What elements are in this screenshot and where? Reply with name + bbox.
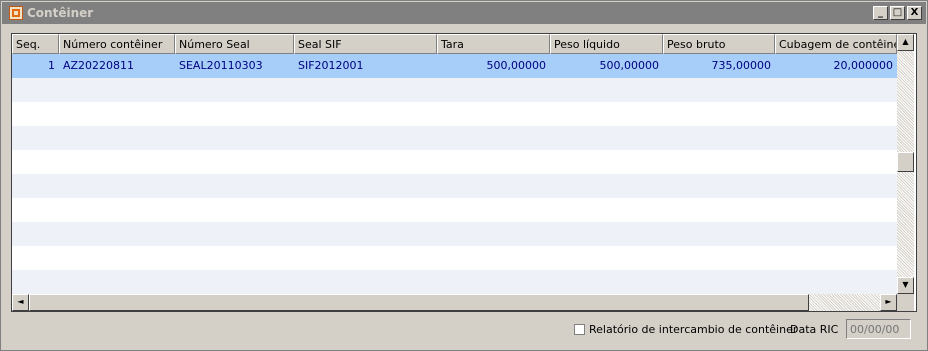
grid-rows: 1 AZ20220811 SEAL20110303 SIF2012001 500… [12, 54, 897, 294]
empty-row[interactable] [12, 222, 897, 246]
cell-seal-sif: SIF2012001 [298, 59, 364, 72]
container-window: Contêiner _ □ X Seq. Número contêiner Nú… [0, 0, 928, 351]
intercambio-checkbox[interactable] [574, 324, 585, 335]
vertical-scroll-thumb[interactable] [897, 152, 914, 172]
empty-row[interactable] [12, 78, 897, 102]
column-header-seal-sif[interactable]: Seal SIF [294, 34, 437, 54]
cell-numero-seal: SEAL20110303 [179, 59, 263, 72]
table-row[interactable]: 1 AZ20220811 SEAL20110303 SIF2012001 500… [12, 54, 897, 78]
empty-row[interactable] [12, 270, 897, 294]
column-header-seq[interactable]: Seq. [12, 34, 59, 54]
scroll-down-icon[interactable]: ▼ [897, 277, 914, 294]
column-header-tara[interactable]: Tara [437, 34, 550, 54]
cell-tara: 500,00000 [486, 59, 547, 72]
empty-row[interactable] [12, 198, 897, 222]
column-header-cubagem[interactable]: Cubagem de contêineres [775, 34, 897, 54]
title-bar: Contêiner _ □ X [2, 2, 926, 24]
empty-row[interactable] [12, 174, 897, 198]
intercambio-checkbox-label[interactable]: Relatório de intercambio de contêiner [589, 323, 797, 336]
column-header-numero-conteiner[interactable]: Número contêiner [59, 34, 175, 54]
scroll-up-icon[interactable]: ▲ [897, 34, 914, 51]
column-header-peso-bruto[interactable]: Peso bruto [663, 34, 775, 54]
app-icon [9, 6, 23, 20]
cell-peso-liquido: 500,00000 [599, 59, 660, 72]
cell-cubagem: 20,000000 [833, 59, 894, 72]
horizontal-scrollbar[interactable]: ◄ ► [12, 294, 897, 311]
footer: Relatório de intercambio de contêiner Da… [1, 319, 927, 343]
grid-header: Seq. Número contêiner Número Seal Seal S… [12, 34, 897, 54]
empty-row[interactable] [12, 150, 897, 174]
container-grid[interactable]: Seq. Número contêiner Número Seal Seal S… [11, 33, 917, 312]
column-header-peso-liquido[interactable]: Peso líquido [550, 34, 663, 54]
maximize-button[interactable]: □ [890, 6, 905, 20]
cell-peso-bruto: 735,00000 [711, 59, 772, 72]
close-button[interactable]: X [907, 6, 922, 20]
scroll-right-icon[interactable]: ► [880, 294, 897, 311]
horizontal-scroll-thumb[interactable] [29, 294, 809, 311]
data-ric-field[interactable] [846, 319, 911, 339]
cell-seq: 1 [48, 59, 55, 72]
window-title: Contêiner [27, 6, 94, 20]
cell-numero-conteiner: AZ20220811 [63, 59, 135, 72]
empty-row[interactable] [12, 246, 897, 270]
column-header-numero-seal[interactable]: Número Seal [175, 34, 294, 54]
scroll-corner [897, 294, 914, 311]
empty-row[interactable] [12, 126, 897, 150]
data-ric-label: Data RIC [790, 323, 839, 336]
minimize-button[interactable]: _ [873, 6, 888, 20]
empty-row[interactable] [12, 102, 897, 126]
scroll-left-icon[interactable]: ◄ [12, 294, 29, 311]
